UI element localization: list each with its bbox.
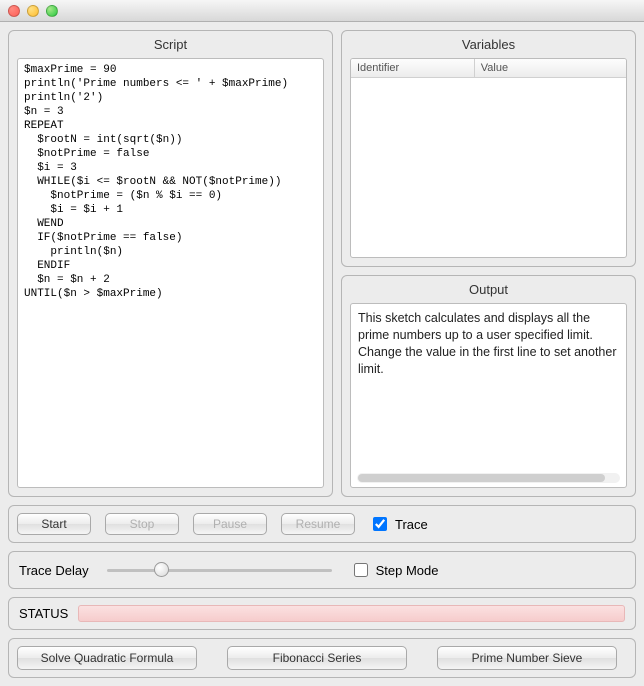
- step-mode-label: Step Mode: [376, 563, 439, 578]
- run-controls: Start Stop Pause Resume Trace: [8, 505, 636, 543]
- variables-col-identifier[interactable]: Identifier: [351, 59, 475, 77]
- output-text: This sketch calculates and displays all …: [358, 311, 617, 376]
- close-icon[interactable]: [8, 5, 20, 17]
- window-content: Script $maxPrime = 90 println('Prime num…: [0, 22, 644, 686]
- status-row: STATUS: [8, 597, 636, 630]
- trace-delay-label: Trace Delay: [19, 563, 89, 578]
- window-traffic-lights: [8, 5, 58, 17]
- right-column: Variables Identifier Value Output This s…: [341, 30, 636, 497]
- top-panels: Script $maxPrime = 90 println('Prime num…: [8, 30, 636, 497]
- output-panel: Output This sketch calculates and displa…: [341, 275, 636, 497]
- start-button[interactable]: Start: [17, 513, 91, 535]
- variables-table[interactable]: Identifier Value: [350, 58, 627, 258]
- slider-thumb[interactable]: [154, 562, 169, 577]
- trace-checkbox-wrap[interactable]: Trace: [369, 514, 428, 534]
- variables-col-value[interactable]: Value: [475, 59, 626, 77]
- output-textarea[interactable]: This sketch calculates and displays all …: [350, 303, 627, 488]
- script-panel-title: Script: [17, 37, 324, 52]
- variables-header: Identifier Value: [351, 59, 626, 78]
- examples-row: Solve Quadratic Formula Fibonacci Series…: [8, 638, 636, 678]
- pause-button[interactable]: Pause: [193, 513, 267, 535]
- example-quadratic-button[interactable]: Solve Quadratic Formula: [17, 646, 197, 670]
- step-mode-checkbox-wrap[interactable]: Step Mode: [350, 560, 439, 580]
- script-editor[interactable]: $maxPrime = 90 println('Prime numbers <=…: [17, 58, 324, 488]
- slider-track: [107, 569, 332, 572]
- output-scrollbar[interactable]: [357, 473, 620, 483]
- minimize-icon[interactable]: [27, 5, 39, 17]
- example-fibonacci-button[interactable]: Fibonacci Series: [227, 646, 407, 670]
- output-panel-title: Output: [350, 282, 627, 297]
- example-primes-button[interactable]: Prime Number Sieve: [437, 646, 617, 670]
- status-bar: [78, 605, 625, 622]
- window-titlebar: [0, 0, 644, 22]
- resume-button[interactable]: Resume: [281, 513, 355, 535]
- trace-checkbox-label: Trace: [395, 517, 428, 532]
- trace-delay-row: Trace Delay Step Mode: [8, 551, 636, 589]
- step-mode-checkbox[interactable]: [354, 563, 368, 577]
- trace-checkbox[interactable]: [373, 517, 387, 531]
- script-panel: Script $maxPrime = 90 println('Prime num…: [8, 30, 333, 497]
- zoom-icon[interactable]: [46, 5, 58, 17]
- stop-button[interactable]: Stop: [105, 513, 179, 535]
- status-label: STATUS: [19, 606, 68, 621]
- variables-panel-title: Variables: [350, 37, 627, 52]
- trace-delay-slider[interactable]: [107, 561, 332, 579]
- variables-panel: Variables Identifier Value: [341, 30, 636, 267]
- output-scrollbar-thumb[interactable]: [358, 474, 605, 482]
